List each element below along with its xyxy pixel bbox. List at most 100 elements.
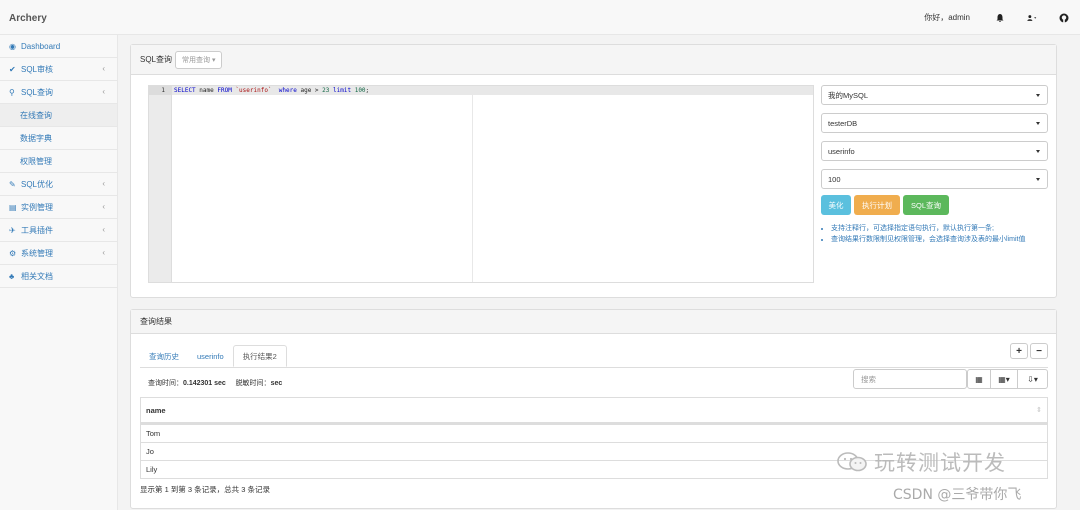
search-input[interactable]: 搜索 [853,369,967,389]
template-query-label: 常用查询 [182,56,211,64]
check-icon: ✔ [9,64,16,74]
query-tips: 支持注释行，可选择指定语句执行，默认执行第一条; 查询结果行数限制见权限管理，会… [821,223,1051,245]
panel-heading: 查询结果 [131,310,1056,334]
sidebar-item-dashboard[interactable]: ◉ Dashboard [0,35,117,58]
sidebar-item-sql-optimize[interactable]: ✎ SQL优化 ‹ [0,173,117,196]
caret-down-icon [1036,178,1040,181]
query-time-info: 查询时间：0.142301 sec 脱敏时间：sec [148,378,282,388]
add-tab-button[interactable]: + [1010,343,1028,359]
sort-icon: ⇕ [1036,407,1042,414]
remove-tab-button[interactable]: − [1030,343,1048,359]
sidebar-item-tools[interactable]: ✈ 工具插件 ‹ [0,219,117,242]
tab-result-2[interactable]: 执行结果2 [232,345,287,367]
chevron-left-icon: ‹ [102,248,105,257]
editor-gutter [149,86,172,282]
limit-select-value: 100 [828,174,841,184]
settings-icon: ⚙ [9,248,17,258]
template-query-button[interactable]: 常用查询 ▾ [175,50,223,69]
sidebar-item-permission[interactable]: 权限管理 [0,150,117,173]
sidebar-item-label: 数据字典 [20,133,52,143]
app-brand[interactable]: Archery [9,13,47,24]
columns-button[interactable]: ▦▾ [990,369,1018,389]
dashboard-icon: ◉ [9,41,16,51]
wechat-logo-icon [837,452,867,472]
database-icon: ▤ [9,202,17,212]
table-select[interactable]: userinfo [821,141,1048,161]
user-greeting: 你好，admin [924,13,970,22]
sidebar-item-docs[interactable]: ♣ 相关文档 [0,265,117,288]
caret-down-icon [1036,122,1040,125]
table-view-icon: ▦ [975,374,983,384]
result-tabs: 查询历史 userinfo 执行结果2 [140,345,287,367]
sidebar-item-sql-review[interactable]: ✔ SQL审核 ‹ [0,58,117,81]
columns-icon: ▦▾ [998,374,1010,384]
watermark-wechat: 玩转测试开发 [836,447,1006,477]
sidebar-item-label: 实例管理 [21,202,53,212]
sql-table: `userinfo` [231,87,276,94]
sql-number: 100 [354,87,366,94]
sidebar-item-online-query[interactable]: 在线查询 [0,104,117,127]
limit-select[interactable]: 100 [821,169,1048,189]
sql-code-line[interactable]: SELECT name FROM `userinfo` where age > … [174,86,369,95]
chevron-left-icon: ‹ [102,64,105,73]
sidebar-item-label: SQL审核 [21,64,54,74]
caret-down-icon [1036,94,1040,97]
database-select-value: testerDB [828,118,858,128]
chevron-left-icon: ‹ [102,179,105,188]
sql-terminator: ; [365,87,370,94]
table-header[interactable]: name ⇕ [141,398,1047,424]
sql-query-button[interactable]: SQL查询 [903,195,949,215]
sidebar-item-label: 在线查询 [20,110,52,120]
tip-item: 支持注释行，可选择指定语句执行，默认执行第一条; [831,223,1051,234]
sql-query-panel: SQL查询 常用查询 ▾ 1 SELECT name FROM `userinf… [130,44,1057,298]
wrench-icon: ✎ [9,179,16,189]
sidebar-item-sql-query[interactable]: ⚲ SQL查询 ‹ [0,81,117,104]
chevron-left-icon: ‹ [102,202,105,211]
instance-select-value: 我的MySQL [828,90,869,100]
sidebar-item-system[interactable]: ⚙ 系统管理 ‹ [0,242,117,265]
sidebar-item-label: 工具插件 [21,225,53,235]
explain-button[interactable]: 执行计划 [854,195,900,215]
instance-select[interactable]: 我的MySQL [821,85,1048,105]
database-select[interactable]: testerDB [821,113,1048,133]
table-select-value: userinfo [828,146,855,156]
github-icon[interactable] [1048,0,1080,35]
tab-divider [140,367,1048,368]
sidebar-item-label: 相关文档 [21,271,53,281]
sidebar: ◉ Dashboard ✔ SQL审核 ‹ ⚲ SQL查询 ‹ 在线查询 数据字… [0,35,118,510]
export-button[interactable]: ⇩▾ [1017,369,1048,389]
search-icon: ⚲ [9,87,15,97]
chevron-down-icon: ‹ [102,87,105,96]
top-navbar: Archery 你好，admin [0,0,1080,35]
caret-down-icon [1036,150,1040,153]
tip-item: 查询结果行数限制见权限管理，会选择查询涉及表的最小limit值 [831,234,1051,245]
query-result-panel: 查询结果 查询历史 userinfo 执行结果2 + − 查询时间：0.1423… [130,309,1057,509]
sidebar-item-label: SQL优化 [21,179,54,189]
sql-editor[interactable]: 1 SELECT name FROM `userinfo` where age … [148,85,814,283]
user-icon[interactable] [1016,0,1048,35]
sql-keyword: limit [329,87,355,94]
mask-time-label: 脱敏时间： [235,380,271,387]
query-time-value: 0.142301 sec [183,380,226,387]
top-right-menu: 你好，admin [924,0,1080,35]
bell-icon[interactable] [984,0,1016,35]
watermark-text: 玩转测试开发 [874,451,1006,475]
tab-query-history[interactable]: 查询历史 [140,345,188,367]
panel-title: SQL查询 [140,55,173,64]
line-number: 1 [149,86,172,95]
sql-keyword: FROM [217,87,232,94]
pagination-summary: 显示第 1 到第 3 条记录，总共 3 条记录 [140,485,271,494]
column-header-name: name [146,405,166,415]
sql-keyword: where [275,87,297,94]
beautify-button[interactable]: 美化 [821,195,851,215]
sidebar-item-label: 系统管理 [21,248,53,258]
watermark-csdn: CSDN @三爷带你飞 [893,487,1022,503]
sql-keyword: SELECT [174,87,196,94]
tab-userinfo[interactable]: userinfo [188,345,233,367]
sidebar-item-data-dictionary[interactable]: 数据字典 [0,127,117,150]
sidebar-item-instance[interactable]: ▤ 实例管理 ‹ [0,196,117,219]
sidebar-item-label: Dashboard [21,41,61,51]
toggle-view-button[interactable]: ▦ [967,369,991,389]
panel-heading: SQL查询 常用查询 ▾ [131,45,1056,75]
plugin-icon: ✈ [9,225,16,235]
